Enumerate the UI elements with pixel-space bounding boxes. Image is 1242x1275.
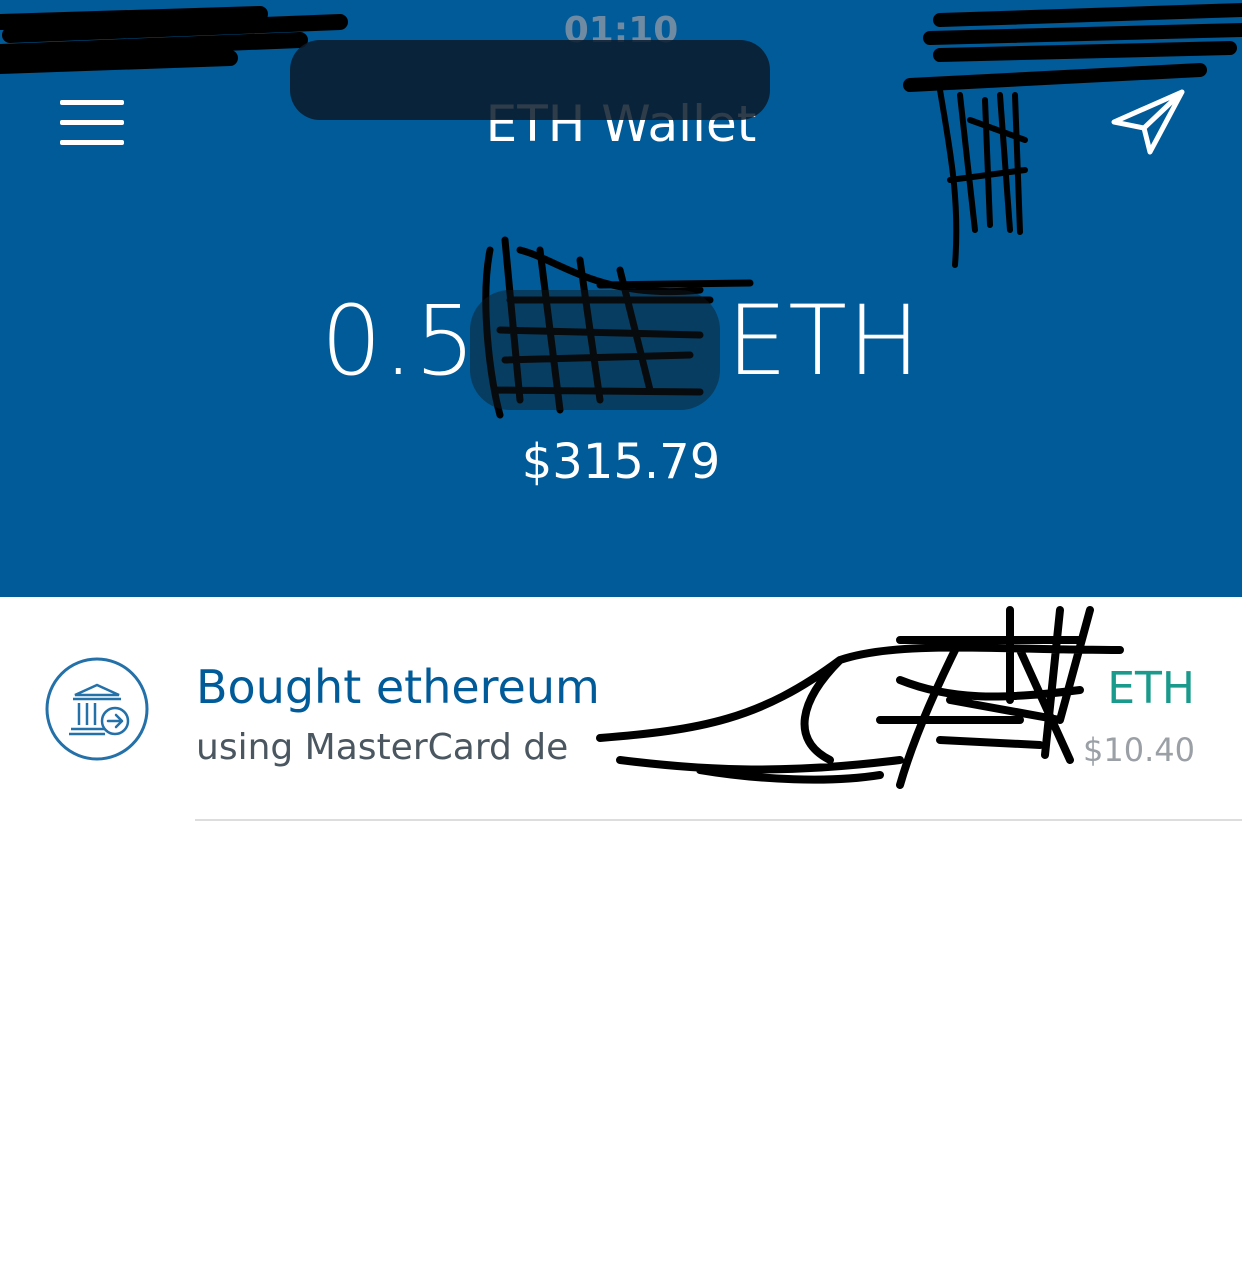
transaction-title: Bought ethereum: [196, 660, 600, 714]
transaction-fiat: $10.40: [1083, 731, 1195, 769]
row-divider: [195, 819, 1242, 821]
transaction-subtitle: using MasterCard de: [196, 727, 569, 768]
transaction-amount: ETH: [1107, 663, 1195, 714]
transaction-row[interactable]: Bought ethereum using MasterCard de ETH …: [0, 597, 1242, 822]
bank-transfer-icon: [45, 657, 149, 761]
